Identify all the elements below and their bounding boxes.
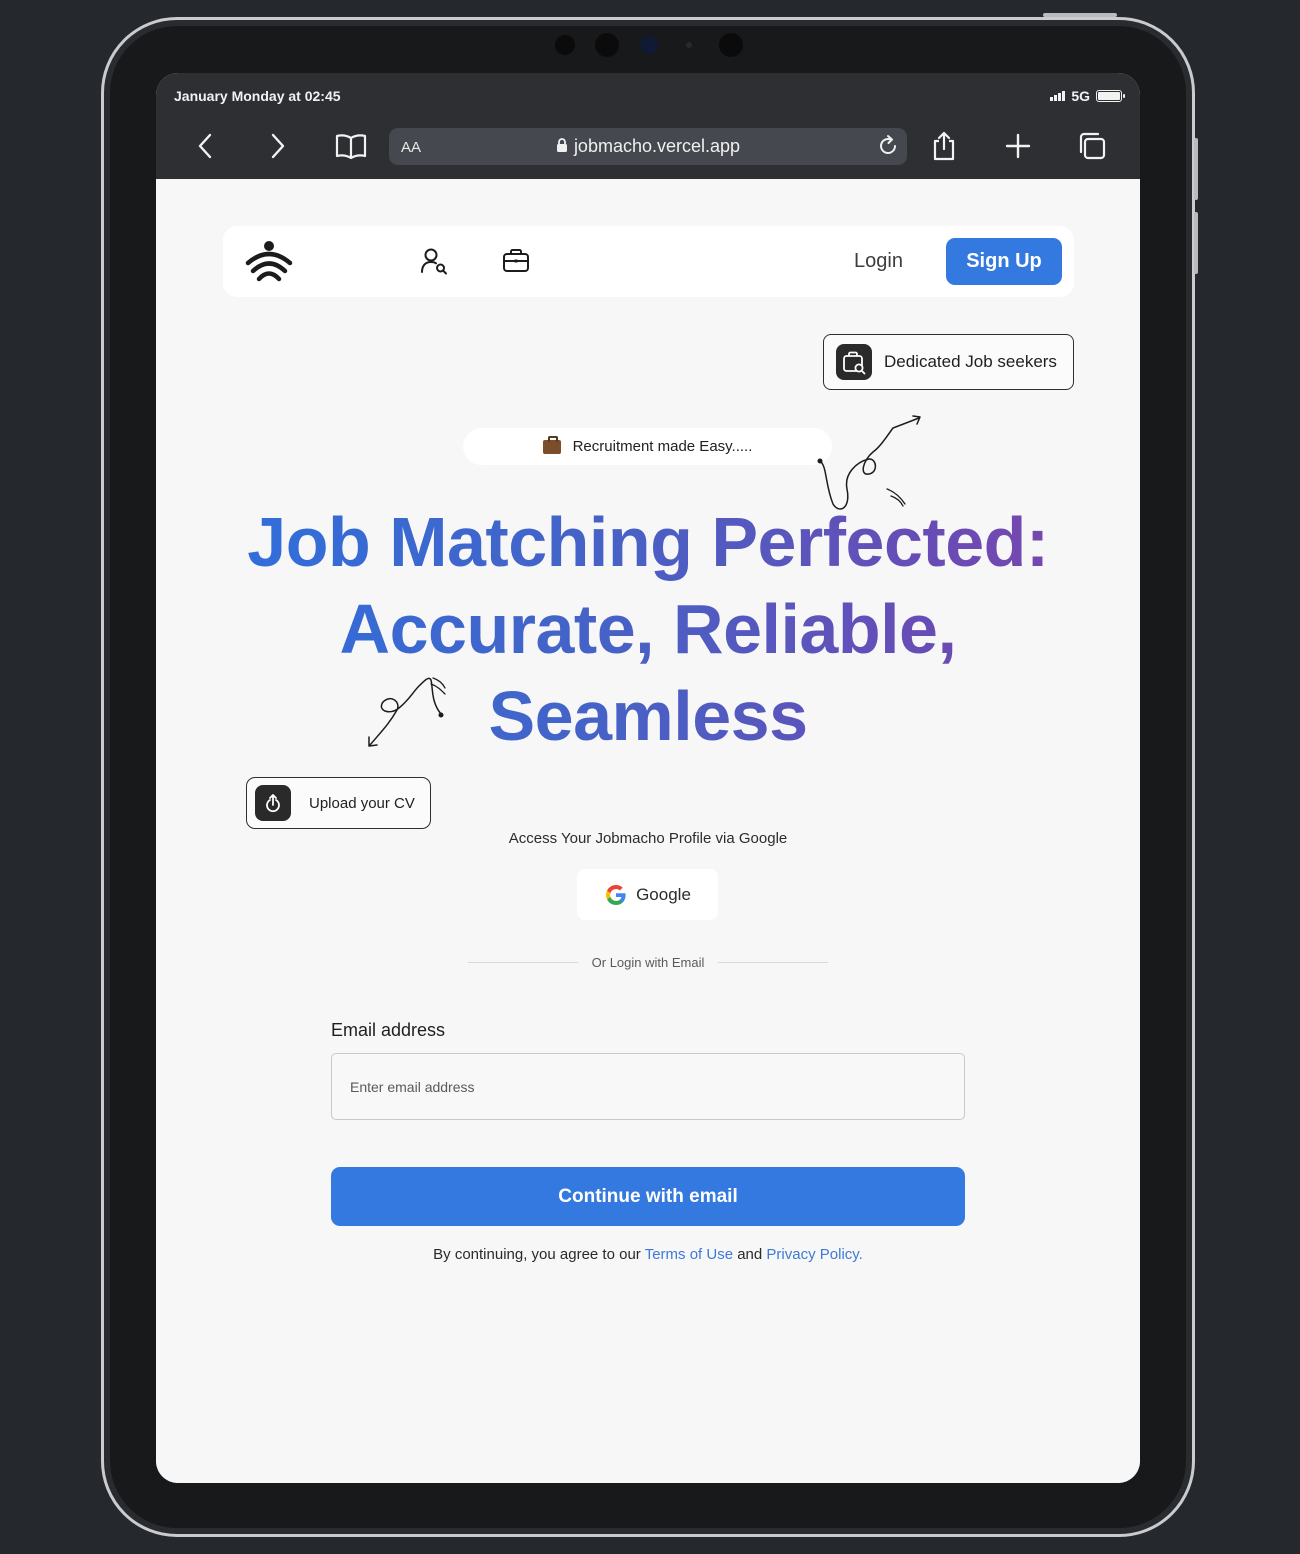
browser-chrome: January Monday at 02:45 5G AA jobmacho.v… — [156, 73, 1140, 179]
hero-headline: Job Matching Perfected: Accurate, Reliab… — [216, 499, 1080, 760]
job-search-icon — [836, 344, 872, 380]
terms-of-use-link[interactable]: Terms of Use — [645, 1246, 733, 1263]
new-tab-icon[interactable] — [1001, 129, 1035, 163]
reload-icon[interactable] — [875, 133, 901, 159]
google-icon — [606, 884, 626, 905]
dedicated-job-seekers-badge: Dedicated Job seekers — [823, 334, 1074, 390]
tabs-icon[interactable] — [1075, 129, 1109, 163]
headline-line-2: Accurate, Reliable, — [339, 590, 957, 668]
camera-lens — [640, 36, 658, 54]
upload-icon — [255, 785, 291, 821]
signal-icon — [1050, 91, 1066, 101]
share-icon[interactable] — [927, 129, 961, 163]
google-label: Google — [636, 884, 691, 904]
upload-cv-label: Upload your CV — [309, 794, 415, 812]
upload-cv-button[interactable]: Upload your CV — [246, 777, 431, 829]
side-button-2 — [1194, 212, 1198, 274]
signup-button[interactable]: Sign Up — [946, 238, 1062, 285]
email-field[interactable] — [331, 1053, 965, 1120]
lock-icon — [556, 138, 567, 152]
battery-icon — [1096, 90, 1125, 102]
login-link[interactable]: Login — [854, 250, 903, 273]
back-icon[interactable] — [188, 129, 222, 163]
briefcase-emoji-icon — [542, 435, 561, 454]
terms-text: By continuing, you agree to our Terms of… — [156, 1246, 1140, 1263]
briefcase-icon[interactable] — [501, 246, 531, 276]
screen: January Monday at 02:45 5G AA jobmacho.v… — [156, 73, 1140, 1483]
url-text: jobmacho.vercel.app — [573, 136, 741, 156]
status-time: January Monday at 02:45 — [174, 88, 341, 104]
email-label: Email address — [331, 1020, 446, 1040]
camera-sensor — [719, 33, 743, 57]
profile-search-icon[interactable] — [420, 246, 450, 276]
divider-line — [718, 962, 828, 963]
continue-with-email-button[interactable]: Continue with email — [331, 1167, 965, 1226]
headline-line-3: Seamless — [488, 677, 808, 755]
doodle-arrow-icon — [368, 677, 446, 747]
address-bar[interactable]: AA jobmacho.vercel.app — [389, 128, 907, 165]
terms-prefix: By continuing, you agree to our — [433, 1246, 645, 1263]
camera-sensor — [555, 35, 575, 55]
privacy-policy-link[interactable]: Privacy Policy. — [766, 1246, 862, 1263]
volume-button — [1043, 13, 1117, 17]
status-indicators: 5G — [1050, 88, 1125, 104]
google-access-text: Access Your Jobmacho Profile via Google — [508, 830, 788, 847]
camera-sensor — [595, 33, 619, 57]
camera-sensor — [686, 42, 692, 48]
network-label: 5G — [1071, 88, 1090, 104]
recruitment-badge: Recruitment made Easy..... — [463, 428, 832, 465]
email-divider: Or Login with Email — [468, 955, 828, 971]
side-button — [1194, 138, 1198, 200]
recruitment-label: Recruitment made Easy..... — [572, 438, 753, 455]
bookmarks-icon[interactable] — [334, 129, 368, 163]
site-navbar: Login Sign Up — [223, 226, 1074, 297]
google-login-button[interactable]: Google — [577, 869, 718, 920]
terms-and: and — [733, 1246, 767, 1263]
forward-icon[interactable] — [261, 129, 295, 163]
web-page: Login Sign Up Dedicated Job seekers Recr… — [156, 179, 1140, 1483]
url-display: jobmacho.vercel.app — [389, 136, 907, 157]
logo-icon[interactable] — [245, 240, 295, 284]
dedicated-label: Dedicated Job seekers — [884, 352, 1057, 371]
headline-line-1: Job Matching Perfected: — [247, 503, 1049, 581]
